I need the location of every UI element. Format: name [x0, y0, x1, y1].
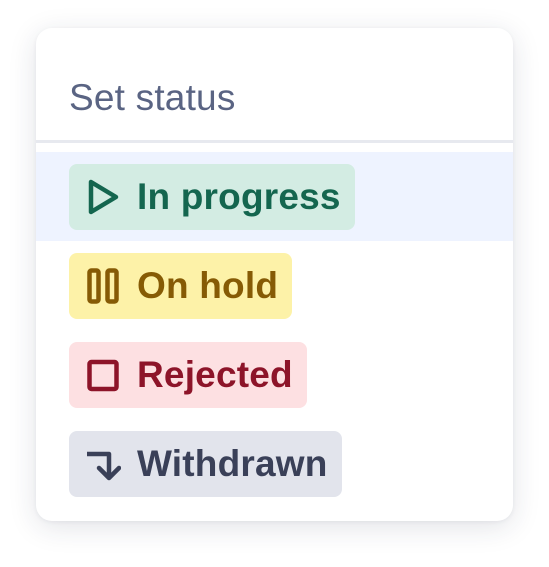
- menu-header: Set status: [36, 28, 513, 143]
- status-label-withdrawn: Withdrawn: [137, 442, 328, 484]
- status-label-on-hold: On hold: [137, 264, 279, 306]
- status-option-rejected[interactable]: Rejected: [36, 330, 513, 419]
- status-label-in-progress: In progress: [137, 175, 341, 217]
- status-option-on-hold[interactable]: On hold: [36, 241, 513, 330]
- status-option-in-progress[interactable]: In progress: [36, 152, 513, 241]
- arrow-turn-down-icon: [85, 444, 121, 484]
- play-icon: [85, 177, 121, 217]
- menu-title: Set status: [69, 77, 236, 118]
- status-chip-withdrawn: Withdrawn: [69, 430, 342, 497]
- status-menu: Set status In progress On hold Rejected …: [36, 28, 513, 521]
- status-label-rejected: Rejected: [137, 353, 293, 395]
- status-chip-on-hold: On hold: [69, 252, 293, 319]
- pause-icon: [85, 266, 121, 306]
- status-chip-rejected: Rejected: [69, 341, 307, 408]
- status-options-list: In progress On hold Rejected Withdrawn: [36, 143, 513, 508]
- stop-icon: [85, 355, 121, 395]
- status-option-withdrawn[interactable]: Withdrawn: [36, 419, 513, 508]
- status-chip-in-progress: In progress: [69, 163, 355, 230]
